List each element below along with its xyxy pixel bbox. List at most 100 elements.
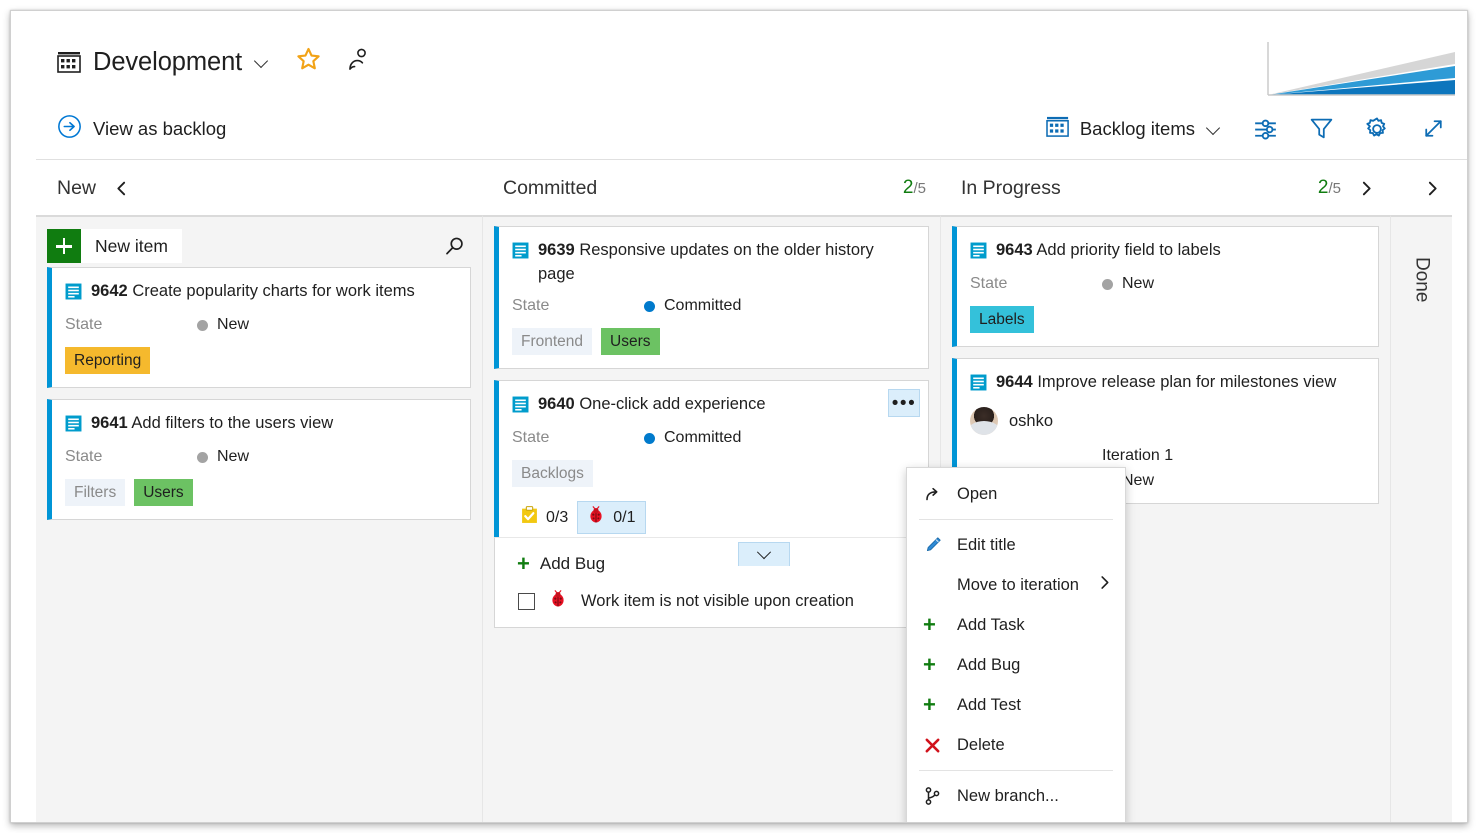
new-item-label: New item bbox=[95, 235, 168, 256]
add-bug-button[interactable]: + Add Bug bbox=[508, 548, 914, 580]
people-icon[interactable] bbox=[346, 47, 370, 78]
backlog-grid-icon bbox=[1046, 115, 1071, 143]
board-header: Development bbox=[36, 20, 1467, 99]
assignee-name: oshko bbox=[1009, 411, 1054, 430]
state-field-value[interactable]: Committed bbox=[644, 429, 741, 447]
card-id: 9643 bbox=[996, 241, 1033, 259]
state-field-label: State bbox=[970, 275, 1008, 292]
state-field-value[interactable]: New bbox=[197, 448, 249, 466]
iteration-text: Iteration 1 bbox=[1102, 447, 1174, 464]
board-column-done: Done bbox=[1390, 161, 1452, 822]
tag-chip[interactable]: Filters bbox=[65, 479, 126, 506]
board-card[interactable]: 9641 Add filters to the users view State… bbox=[47, 399, 471, 520]
card-id: 9641 bbox=[91, 414, 128, 432]
state-text: Committed bbox=[664, 429, 742, 446]
card-title: 9644 Improve release plan for milestones… bbox=[996, 370, 1336, 394]
checkbox-unchecked-icon[interactable] bbox=[518, 593, 535, 610]
chevron-down-icon bbox=[1207, 121, 1223, 137]
child-bug-title: Work item is not visible upon creation bbox=[581, 592, 854, 610]
sliders-icon[interactable] bbox=[1243, 109, 1287, 149]
card-id: 9640 bbox=[538, 395, 575, 413]
column-body-done[interactable]: Done bbox=[1390, 215, 1452, 822]
menu-item-label: Add Test bbox=[957, 695, 1021, 714]
cumulative-flow-chart-thumbnail[interactable] bbox=[1265, 40, 1455, 99]
column-header-new: New bbox=[36, 161, 482, 215]
chevron-down-icon[interactable] bbox=[255, 54, 271, 70]
state-text: New bbox=[1122, 275, 1155, 292]
menu-item-open[interactable]: Open bbox=[907, 474, 1125, 514]
kanban-board: New New item 9642 Create popularity char… bbox=[36, 161, 1467, 822]
board-card[interactable]: 9643 Add priority field to labels State … bbox=[952, 226, 1379, 347]
view-as-backlog-label: View as backlog bbox=[93, 117, 227, 139]
board-card[interactable]: ••• 9640 One-click add experience State … bbox=[494, 380, 929, 566]
child-bug-row[interactable]: Work item is not visible upon creation bbox=[508, 580, 914, 613]
tag-chip[interactable]: Backlogs bbox=[512, 460, 593, 487]
expand-diagonal-icon[interactable] bbox=[1411, 109, 1455, 149]
state-text: New bbox=[217, 316, 250, 333]
column-title: In Progress bbox=[961, 176, 1061, 199]
menu-separator bbox=[919, 519, 1113, 520]
card-context-menu: Open Edit title Move to iteration + Add … bbox=[906, 467, 1126, 822]
star-icon[interactable] bbox=[295, 46, 322, 78]
card-title-text: Responsive updates on the older history … bbox=[538, 241, 874, 283]
state-field-label: State bbox=[65, 448, 103, 465]
task-count: 0/3 bbox=[546, 508, 569, 526]
backlog-items-pivot[interactable]: Backlog items bbox=[1038, 109, 1231, 149]
search-icon[interactable] bbox=[437, 229, 471, 263]
state-text: New bbox=[217, 448, 250, 465]
backlog-item-icon bbox=[65, 283, 82, 305]
column-header-committed: Committed 2/5 bbox=[482, 161, 940, 215]
menu-item-label: Delete bbox=[957, 735, 1005, 754]
card-id: 9642 bbox=[91, 282, 128, 300]
wip-limit: /5 bbox=[913, 180, 926, 197]
tag-chip[interactable]: Users bbox=[134, 479, 193, 506]
menu-item-add-test[interactable]: + Add Test bbox=[907, 685, 1125, 725]
plus-icon: + bbox=[517, 551, 530, 576]
state-field-value[interactable]: New bbox=[197, 316, 249, 334]
wip-counter: 2/5 bbox=[903, 177, 926, 199]
funnel-icon[interactable] bbox=[1299, 109, 1343, 149]
board-card[interactable]: 9639 Responsive updates on the older his… bbox=[494, 226, 929, 369]
bug-ladybug-icon bbox=[549, 590, 567, 613]
card-tags: Frontend Users bbox=[512, 328, 914, 355]
bug-counter[interactable]: 0/1 bbox=[577, 501, 646, 534]
state-field-value[interactable]: Committed bbox=[644, 297, 741, 315]
card-title: 9640 One-click add experience bbox=[538, 392, 766, 416]
menu-item-move-to-iteration[interactable]: Move to iteration bbox=[907, 565, 1125, 605]
state-text: Committed bbox=[664, 297, 742, 314]
card-title: 9639 Responsive updates on the older his… bbox=[538, 238, 914, 286]
more-actions-icon[interactable]: ••• bbox=[888, 389, 920, 417]
open-arrow-icon bbox=[923, 484, 957, 504]
wip-counter: 2/5 bbox=[1318, 177, 1341, 199]
tag-chip[interactable]: Users bbox=[601, 328, 660, 355]
bug-count: 0/1 bbox=[613, 508, 636, 526]
tag-chip[interactable]: Frontend bbox=[512, 328, 593, 355]
chevron-left-icon[interactable] bbox=[112, 179, 131, 198]
task-counter[interactable]: 0/3 bbox=[512, 502, 577, 533]
chevron-down-icon[interactable] bbox=[738, 542, 790, 566]
card-title-text: Add priority field to labels bbox=[1036, 241, 1221, 259]
column-title: Done bbox=[1411, 257, 1433, 303]
add-bug-label: Add Bug bbox=[539, 554, 606, 573]
chevron-right-icon[interactable] bbox=[1357, 179, 1376, 198]
card-tags: Filters Users bbox=[65, 479, 456, 506]
column-title: Committed bbox=[503, 176, 598, 199]
gear-icon[interactable] bbox=[1355, 109, 1399, 149]
menu-item-edit-title[interactable]: Edit title bbox=[907, 525, 1125, 565]
view-as-backlog-button[interactable]: View as backlog bbox=[57, 114, 226, 144]
menu-item-delete[interactable]: Delete bbox=[907, 725, 1125, 765]
card-id: 9644 bbox=[996, 373, 1033, 391]
menu-item-add-bug[interactable]: + Add Bug bbox=[907, 645, 1125, 685]
chevron-right-icon[interactable] bbox=[1423, 179, 1442, 198]
card-title-text: Improve release plan for milestones view bbox=[1037, 373, 1337, 391]
menu-item-new-branch[interactable]: New branch... bbox=[907, 776, 1125, 816]
card-id: 9639 bbox=[538, 241, 575, 259]
board-card[interactable]: 9642 Create popularity charts for work i… bbox=[47, 267, 471, 388]
tag-chip[interactable]: Reporting bbox=[65, 347, 151, 374]
wip-limit: /5 bbox=[1328, 180, 1341, 197]
backlog-item-icon bbox=[65, 415, 82, 437]
tag-chip[interactable]: Labels bbox=[970, 306, 1034, 333]
state-field-value[interactable]: New bbox=[1102, 275, 1154, 293]
new-item-button[interactable]: New item bbox=[47, 229, 182, 263]
menu-item-add-task[interactable]: + Add Task bbox=[907, 605, 1125, 645]
